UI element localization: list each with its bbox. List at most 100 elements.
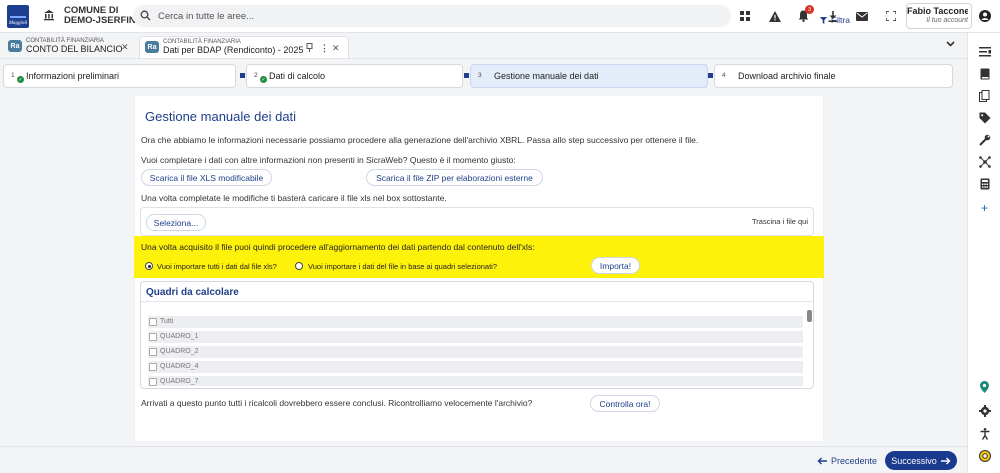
checkbox[interactable] bbox=[149, 333, 157, 341]
tags-button[interactable] bbox=[978, 111, 991, 124]
checkbox[interactable] bbox=[149, 363, 157, 371]
calculator-button[interactable] bbox=[978, 177, 991, 190]
right-toolbar: + bbox=[967, 33, 1000, 473]
documents-button[interactable] bbox=[978, 89, 991, 102]
fullscreen-button[interactable] bbox=[880, 6, 902, 26]
import-all-radio[interactable] bbox=[145, 262, 153, 270]
location-button[interactable] bbox=[978, 380, 991, 393]
drag-files-label: Trascina i file qui bbox=[752, 217, 808, 226]
apps-grid-button[interactable] bbox=[734, 6, 756, 26]
grid-icon bbox=[740, 11, 750, 21]
next-button[interactable]: Successivo bbox=[885, 451, 957, 470]
downloads-button[interactable] bbox=[822, 6, 844, 26]
import-selected-label[interactable]: Vuoi importare i dati del file in base a… bbox=[308, 262, 497, 271]
accessibility-button[interactable] bbox=[978, 427, 991, 440]
step-connector bbox=[464, 73, 469, 78]
check-circle-icon: ✓ bbox=[17, 76, 24, 83]
book-icon bbox=[980, 68, 989, 79]
checkbox[interactable] bbox=[149, 318, 157, 326]
ragioneria-icon: Ra bbox=[145, 41, 159, 53]
checkbox[interactable] bbox=[149, 378, 157, 386]
previous-button[interactable]: Precedente bbox=[812, 452, 882, 470]
menu-list-button[interactable] bbox=[978, 45, 991, 58]
search-icon bbox=[140, 10, 151, 21]
ragioneria-icon: Ra bbox=[8, 40, 22, 52]
network-button[interactable] bbox=[978, 155, 991, 168]
step-dati-di-calcolo[interactable]: 2 ✓ Dati di calcolo bbox=[246, 64, 463, 88]
file-drop-zone[interactable]: Seleziona... Trascina i file qui bbox=[140, 207, 814, 236]
settings-button[interactable] bbox=[978, 404, 991, 417]
import-selected-radio[interactable] bbox=[295, 262, 303, 270]
maggioli-logo[interactable]: Maggioli bbox=[7, 5, 29, 28]
network-icon bbox=[978, 155, 991, 168]
download-icon bbox=[828, 10, 838, 22]
step-connector bbox=[708, 73, 713, 78]
accessibility-icon bbox=[980, 427, 989, 440]
quadro-row[interactable]: QUADRO_1 bbox=[148, 331, 803, 343]
import-note-text: Una volta acquisito il file puoi quindi … bbox=[141, 242, 535, 252]
arrow-left-icon bbox=[817, 457, 827, 465]
tab-menu-icon[interactable]: ⋮ bbox=[320, 43, 329, 54]
check-archive-text: Arrivati a questo punto tutti i ricalcol… bbox=[141, 398, 533, 408]
page-title: Gestione manuale dei dati bbox=[145, 109, 297, 124]
tag-icon bbox=[979, 112, 990, 123]
map-pin-icon bbox=[980, 380, 989, 393]
list-menu-icon bbox=[978, 46, 991, 56]
download-zip-button[interactable]: Scarica il file ZIP per elaborazioni est… bbox=[366, 169, 543, 186]
user-circle-icon bbox=[979, 10, 991, 22]
divider bbox=[141, 301, 813, 302]
tab-dati-bdap[interactable]: Ra CONTABILITÀ FINANZIARIA Dati per BDAP… bbox=[139, 36, 349, 58]
check-now-button[interactable]: Controlla ora! bbox=[590, 395, 660, 412]
checkbox[interactable] bbox=[149, 348, 157, 356]
step-informazioni-preliminari[interactable]: 1 ✓ Informazioni preliminari bbox=[3, 64, 236, 88]
close-tab-icon[interactable]: ✕ bbox=[121, 42, 129, 53]
top-bar: Maggioli COMUNE DIDEMO-JSERFIN Filtra 3 … bbox=[0, 0, 1000, 33]
fullscreen-icon bbox=[886, 11, 896, 21]
notifications-button[interactable]: 3 bbox=[792, 5, 814, 26]
town-hall-icon bbox=[44, 10, 54, 21]
copy-icon bbox=[979, 89, 990, 102]
add-button[interactable]: + bbox=[978, 200, 991, 215]
step-gestione-manuale[interactable]: 3 Gestione manuale dei dati bbox=[470, 64, 708, 88]
quadri-panel: Quadri da calcolare Tutti QUADRO_1 QUADR… bbox=[140, 281, 814, 389]
pin-icon[interactable] bbox=[306, 43, 313, 52]
notification-count-badge: 3 bbox=[805, 5, 814, 14]
quadro-row[interactable]: QUADRO_7 bbox=[148, 376, 803, 386]
import-all-label[interactable]: Vuoi importare tutti i dati dal file xls… bbox=[157, 262, 277, 271]
book-button[interactable] bbox=[978, 67, 991, 80]
intro-text: Ora che abbiamo le informazioni necessar… bbox=[141, 135, 699, 145]
import-button[interactable]: Importa! bbox=[591, 257, 640, 274]
step-download-archivio[interactable]: 4 Download archivio finale bbox=[714, 64, 953, 88]
quadri-title: Quadri da calcolare bbox=[146, 287, 239, 298]
tab-conto-del-bilancio[interactable]: Ra CONTABILITÀ FINANZIARIA CONTO DEL BIL… bbox=[3, 36, 135, 58]
close-tab-icon[interactable]: ✕ bbox=[332, 43, 340, 54]
gear-icon bbox=[978, 404, 991, 417]
global-search: Filtra bbox=[133, 5, 858, 29]
lifebuoy-icon bbox=[978, 449, 991, 462]
calculator-icon bbox=[980, 178, 989, 189]
comune-name[interactable]: COMUNE DI DEMO-JSERFIN bbox=[64, 6, 136, 26]
tools-button[interactable] bbox=[978, 133, 991, 146]
warning-icon bbox=[769, 10, 781, 22]
account-avatar-button[interactable] bbox=[974, 6, 996, 26]
upload-hint-text: Una volta completate le modifiche ti bas… bbox=[141, 193, 447, 203]
user-account[interactable]: Fabio Tacconell... Il tuo account bbox=[906, 3, 972, 29]
quadro-row[interactable]: QUADRO_4 bbox=[148, 361, 803, 373]
chevron-down-icon[interactable] bbox=[946, 41, 955, 47]
question-text: Vuoi completare i dati con altre informa… bbox=[141, 155, 516, 165]
search-input[interactable] bbox=[158, 9, 598, 23]
step-connector bbox=[240, 73, 245, 78]
mail-icon bbox=[856, 11, 868, 21]
quadri-scrollbar[interactable] bbox=[807, 310, 812, 322]
quadro-row[interactable]: QUADRO_2 bbox=[148, 346, 803, 358]
help-button[interactable] bbox=[978, 449, 991, 462]
quadro-row[interactable]: Tutti bbox=[148, 316, 803, 328]
check-circle-icon: ✓ bbox=[260, 76, 267, 83]
messages-button[interactable] bbox=[851, 6, 873, 26]
download-xls-button[interactable]: Scarica il file XLS modificabile bbox=[141, 169, 272, 186]
warnings-button[interactable] bbox=[764, 6, 786, 26]
plus-icon: + bbox=[980, 200, 988, 215]
tabs-bar: Ra CONTABILITÀ FINANZIARIA CONTO DEL BIL… bbox=[0, 33, 967, 59]
select-file-button[interactable]: Seleziona... bbox=[146, 214, 206, 231]
wrench-icon bbox=[978, 134, 990, 146]
